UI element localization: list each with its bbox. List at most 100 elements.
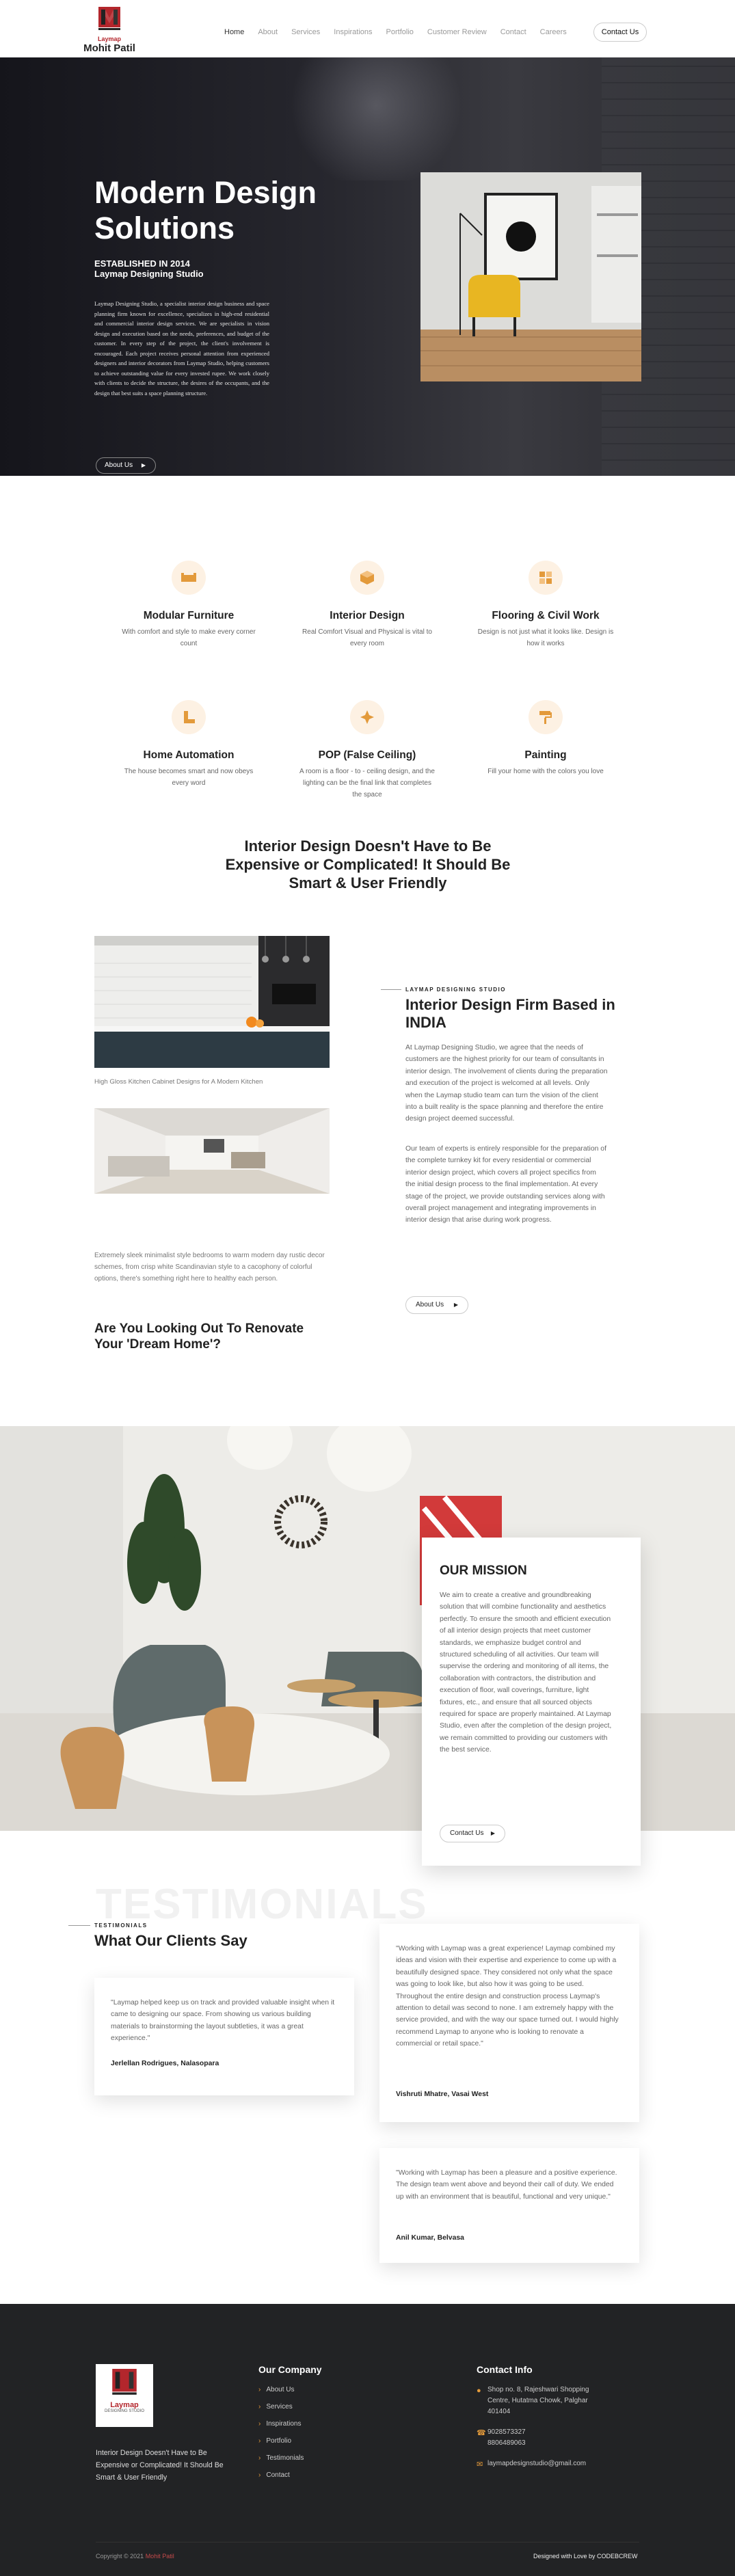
logo-brand: Laymap (97, 36, 121, 42)
hero-studio-name: Laymap Designing Studio (94, 269, 204, 279)
chevron-right-icon: › (258, 2437, 261, 2445)
hero-established: ESTABLISHED IN 2014 (94, 258, 190, 269)
footer-email-text: laymapdesignstudio@gmail.com (487, 2460, 587, 2467)
testimonial-author: Jerlellan Rodrigues, Nalasopara (111, 2060, 219, 2067)
footer-logo[interactable]: Laymap DESIGNING STUDIO (96, 2364, 153, 2427)
testimonial-card: "Laymap helped keep us on track and prov… (94, 1978, 354, 2095)
hero-room-illustration (420, 172, 641, 381)
footer-link-label: Inspirations (266, 2420, 302, 2428)
testimonial-author: Anil Kumar, Belvasa (396, 2234, 464, 2242)
about-paragraph-1: At Laymap Designing Studio, we agree tha… (405, 1044, 608, 1123)
testimonial-card: "Working with Laymap was a great experie… (379, 1924, 639, 2122)
page: Laymap Mohit Patil Home About Services I… (0, 0, 735, 2576)
footer-link-portfolio[interactable]: › Portfolio (258, 2437, 291, 2445)
paint-roller-icon (529, 700, 563, 734)
header-contact-button[interactable]: Contact Us (593, 23, 647, 42)
hero-about-label: About Us (105, 461, 133, 469)
footer-link-label: Contact (266, 2471, 290, 2479)
testimonial-quote: "Working with Laymap has been a pleasure… (396, 2169, 617, 2201)
testimonials-eyebrow: TESTIMONIALS (94, 1922, 148, 1929)
service-title: Painting (524, 749, 567, 761)
hero-light-glow (280, 57, 472, 180)
living-room-caption: Extremely sleek minimalist style bedroom… (94, 1252, 325, 1283)
service-description: Real Comfort Visual and Physical is vita… (302, 628, 432, 647)
footer-credit: Designed with Love by CODEBCREW (533, 2553, 638, 2560)
location-pin-icon: ● (477, 2387, 481, 2395)
testimonial-author: Vishruti Mhatre, Vasai West (396, 2091, 489, 2098)
logo-mark-icon (112, 2369, 137, 2395)
testimonial-quote: "Working with Laymap was a great experie… (396, 1945, 619, 2048)
hero-description: Laymap Designing Studio, a specialist in… (94, 300, 269, 397)
footer-link-services[interactable]: › Services (258, 2403, 293, 2411)
footer-link-contact[interactable]: › Contact (258, 2471, 290, 2479)
service-description: With comfort and style to make every cor… (122, 628, 256, 647)
footer-phone[interactable]: ☎ 9028573327 8806489063 (477, 2427, 552, 2449)
nav-portfolio[interactable]: Portfolio (386, 27, 414, 37)
living-room-illustration (94, 1108, 330, 1194)
chevron-right-icon: › (258, 2403, 261, 2411)
copyright-owner-link[interactable]: Mohit Patil (146, 2553, 174, 2560)
footer-link-testimonials[interactable]: › Testimonials (258, 2454, 304, 2462)
nav-inspirations[interactable]: Inspirations (334, 27, 372, 37)
service-pop-ceiling: POP (False Ceiling) A room is a floor - … (299, 700, 436, 801)
footer-link-about[interactable]: › About Us (258, 2386, 294, 2393)
footer-link-label: Portfolio (266, 2437, 292, 2445)
renovate-question: Are You Looking Out To Renovate Your 'Dr… (94, 1321, 304, 1352)
footer-address-text: Shop no. 8, Rajeshwari Shopping Centre, … (487, 2386, 589, 2415)
service-title: Modular Furniture (143, 610, 235, 621)
footer-copyright: Copyright © 2021 Mohit Patil (96, 2553, 174, 2560)
nav-contact[interactable]: Contact (500, 27, 526, 37)
chevron-right-icon: › (258, 2420, 261, 2428)
kitchen-image (94, 936, 330, 1068)
eyebrow-line (381, 989, 401, 990)
mission-contact-button[interactable]: Contact Us ▶ (440, 1825, 505, 1842)
arrow-right-icon: ▶ (141, 462, 146, 468)
hero-about-button[interactable]: About Us ▶ (96, 457, 156, 474)
nav-customer-review[interactable]: Customer Review (427, 27, 487, 37)
copyright-text: Copyright © 2021 (96, 2553, 146, 2560)
footer-phone-text: 9028573327 8806489063 (487, 2428, 526, 2447)
footer-link-label: About Us (266, 2386, 295, 2393)
nav-careers[interactable]: Careers (540, 27, 567, 37)
about-eyebrow: LAYMAP DESIGNING STUDIO (405, 987, 506, 993)
arrow-right-icon: ▶ (453, 1302, 458, 1308)
footer-email[interactable]: ✉ laymapdesignstudio@gmail.com (477, 2458, 613, 2469)
about-us-button[interactable]: About Us ▶ (405, 1296, 468, 1314)
footer-address: ● Shop no. 8, Rajeshwari Shopping Centre… (477, 2385, 593, 2417)
service-modular-furniture: Modular Furniture With comfort and style… (120, 561, 257, 649)
mission-title: OUR MISSION (440, 1564, 527, 1578)
furniture-icon (172, 561, 206, 595)
logo[interactable]: Laymap Mohit Patil (81, 5, 138, 55)
chevron-right-icon: › (258, 2454, 261, 2462)
mission-card: OUR MISSION We aim to create a creative … (422, 1538, 641, 1866)
nav-services[interactable]: Services (291, 27, 320, 37)
phone-icon: ☎ (477, 2429, 486, 2437)
footer-tagline: Interior Design Doesn't Have to Be Expen… (96, 2449, 224, 2482)
hero-title: Modern Design Solutions (94, 175, 317, 245)
footer-link-inspirations[interactable]: › Inspirations (258, 2420, 301, 2428)
service-description: Fill your home with the colors you love (487, 768, 604, 775)
service-description: A room is a floor - to - ceiling design,… (299, 768, 435, 799)
testimonials-title: What Our Clients Say (94, 1932, 248, 1949)
nav-about[interactable]: About (258, 27, 278, 37)
ceiling-icon (350, 700, 384, 734)
about-paragraph-2: Our team of experts is entirely responsi… (405, 1145, 606, 1224)
footer-logo-brand: Laymap (110, 2401, 139, 2409)
kitchen-caption: High Gloss Kitchen Cabinet Designs for A… (94, 1078, 263, 1086)
arrow-right-icon: ▶ (490, 1830, 495, 1836)
cube-icon (350, 561, 384, 595)
nav-home[interactable]: Home (224, 27, 244, 37)
kitchen-illustration (94, 936, 330, 1068)
mission-contact-label: Contact Us (450, 1829, 484, 1837)
footer-logo-sub: DESIGNING STUDIO (104, 2409, 144, 2413)
pipe-icon (172, 700, 206, 734)
footer-divider (96, 2542, 639, 2543)
service-title: Interior Design (330, 610, 405, 621)
floor-icon (529, 561, 563, 595)
testimonial-card: "Working with Laymap has been a pleasure… (379, 2148, 639, 2263)
chevron-right-icon: › (258, 2386, 261, 2393)
footer-link-label: Testimonials (266, 2454, 304, 2462)
about-us-label: About Us (416, 1301, 444, 1309)
hero-section: Modern Design Solutions ESTABLISHED IN 2… (0, 57, 735, 476)
mail-icon: ✉ (477, 2460, 483, 2469)
